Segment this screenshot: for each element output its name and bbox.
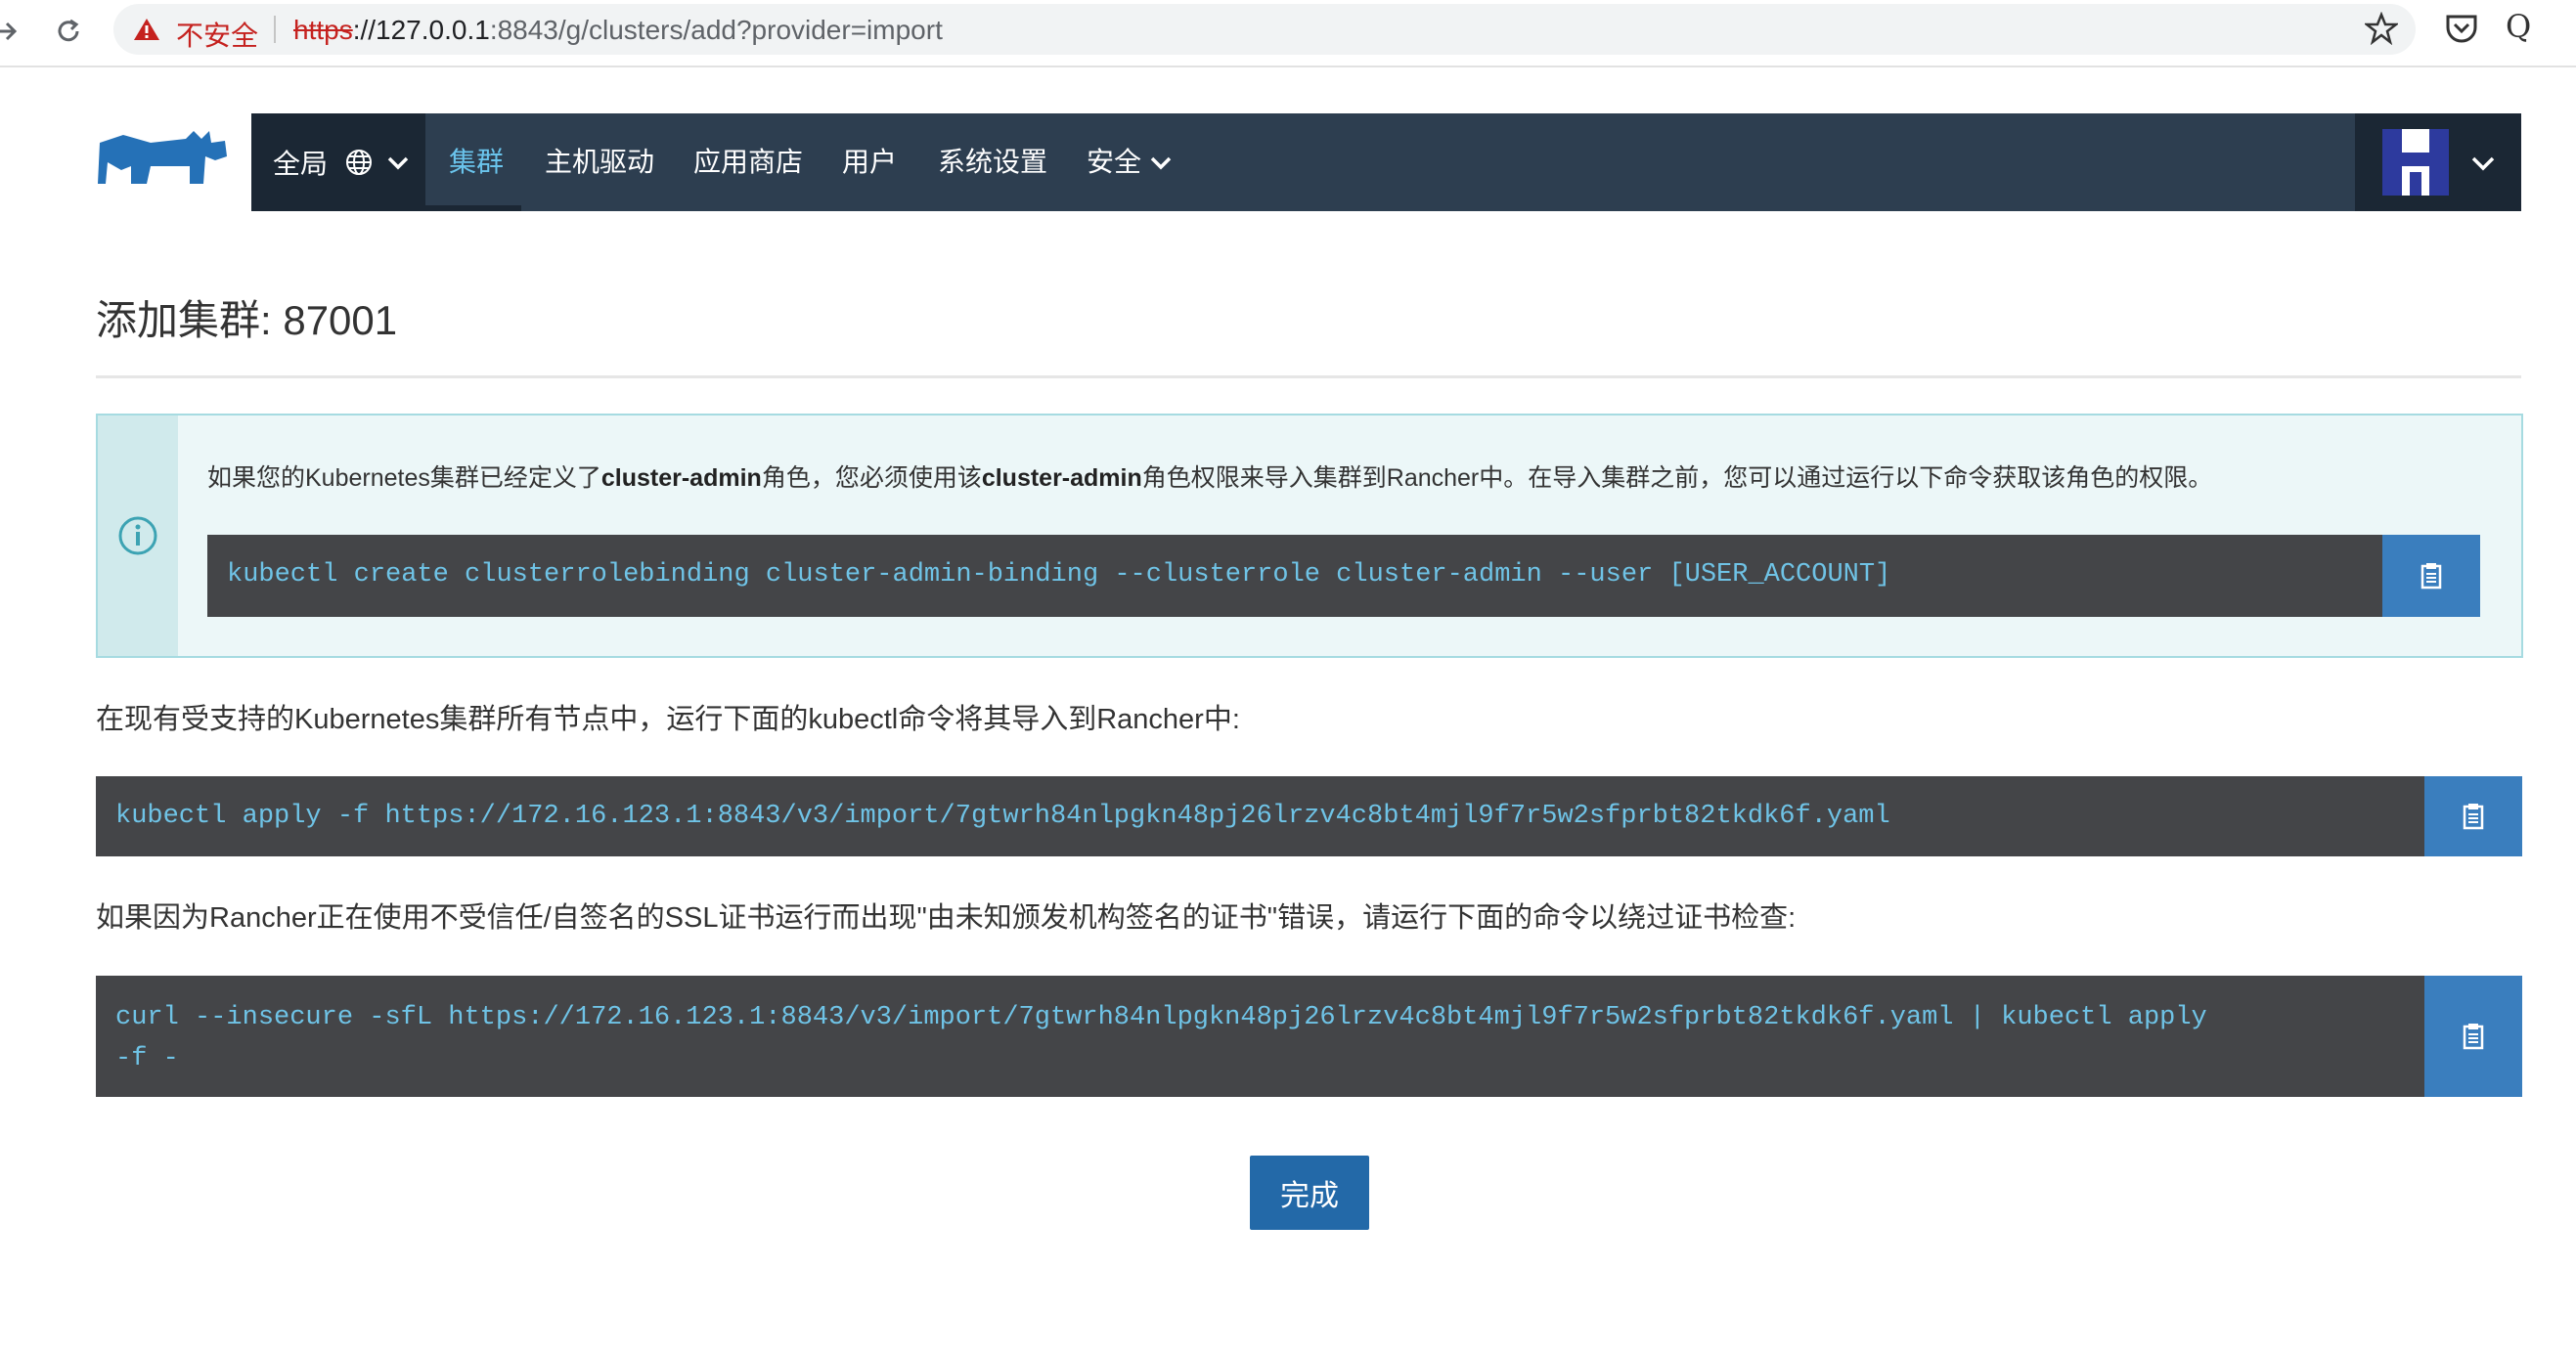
banner-icon-column	[98, 415, 178, 656]
warning-icon	[134, 19, 159, 40]
info-banner: 如果您的Kubernetes集群已经定义了cluster-admin角色，您必须…	[96, 414, 2523, 658]
chevron-down-icon	[2471, 156, 2495, 171]
info-icon	[118, 516, 157, 555]
page-title: 添加集群: 87001	[96, 297, 398, 343]
clusterrolebinding-command[interactable]: kubectl create clusterrolebinding cluste…	[207, 535, 2382, 617]
nav-item-clusters[interactable]: 集群	[449, 113, 504, 211]
nav-item-settings[interactable]: 系统设置	[938, 113, 1047, 211]
globe-icon	[346, 150, 373, 175]
clipboard-icon	[2421, 563, 2442, 590]
nav-item-users[interactable]: 用户	[842, 113, 897, 211]
chevron-down-icon[interactable]	[1149, 151, 1173, 174]
import-command[interactable]: kubectl apply -f https://172.16.123.1:88…	[96, 776, 2424, 856]
extension-icon[interactable]: Q	[2506, 8, 2545, 47]
copy-button[interactable]	[2424, 976, 2522, 1097]
forward-arrow-icon[interactable]	[0, 12, 25, 51]
browser-toolbar: 不安全 https://127.0.0.1:8843/g/clusters/ad…	[0, 0, 2576, 67]
divider	[96, 375, 2521, 378]
nav-item-catalogs[interactable]: 应用商店	[693, 113, 803, 211]
global-label: 全局	[273, 149, 329, 179]
import-instruction: 在现有受支持的Kubernetes集群所有节点中，运行下面的kubectl命令将…	[96, 704, 1240, 735]
rancher-logo[interactable]	[96, 127, 229, 196]
copy-button[interactable]	[2382, 535, 2480, 617]
address-bar[interactable]: 不安全 https://127.0.0.1:8843/g/clusters/ad…	[113, 4, 2416, 55]
pocket-icon[interactable]	[2445, 12, 2478, 45]
global-menu[interactable]: 全局	[251, 113, 425, 211]
url-host: ://127.0.0.1	[352, 15, 490, 45]
clipboard-icon	[2463, 804, 2484, 830]
divider	[274, 16, 276, 43]
reload-icon[interactable]	[49, 12, 88, 51]
insecure-label: 不安全	[176, 21, 259, 51]
copy-button[interactable]	[2424, 776, 2522, 856]
active-tab-indicator	[425, 205, 521, 211]
clipboard-icon	[2463, 1024, 2484, 1050]
avatar[interactable]	[2382, 129, 2449, 196]
insecure-command[interactable]: curl --insecure -sfL https://172.16.123.…	[96, 976, 2424, 1097]
banner-message: 如果您的Kubernetes集群已经定义了cluster-admin角色，您必须…	[207, 464, 2213, 492]
done-button[interactable]: 完成	[1250, 1156, 1369, 1230]
url-scheme: https	[293, 15, 353, 45]
top-nav: 全局 集群 主机驱动 应用商店 用户 系统设置 安全	[251, 113, 2521, 211]
user-menu[interactable]	[2355, 113, 2521, 211]
insecure-instruction: 如果因为Rancher正在使用不受信任/自签名的SSL证书运行而出现"由未知颁发…	[96, 902, 1797, 934]
nav-item-node-drivers[interactable]: 主机驱动	[545, 113, 654, 211]
url-text[interactable]: https://127.0.0.1:8843/g/clusters/add?pr…	[293, 15, 943, 46]
bookmark-star-icon[interactable]	[2365, 12, 2398, 45]
nav-item-security[interactable]: 安全	[1087, 113, 1141, 211]
chevron-down-icon	[387, 156, 409, 170]
url-path: :8843/g/clusters/add?provider=import	[489, 15, 943, 45]
